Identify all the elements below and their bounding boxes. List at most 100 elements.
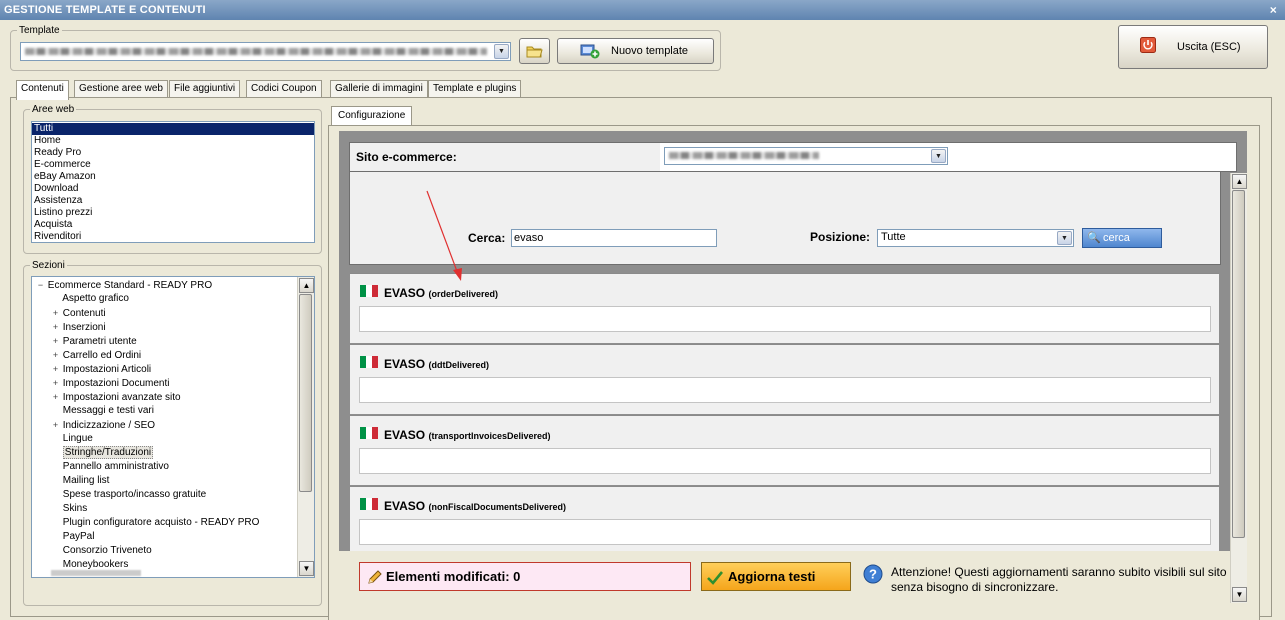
tree-item[interactable]: Pannello amministrativo xyxy=(51,460,169,474)
tree-item[interactable]: Aspetto grafico xyxy=(51,292,129,306)
tree-item-label: Mailing list xyxy=(62,475,110,486)
record-key: (ddtDelivered) xyxy=(428,360,489,370)
record-text-input[interactable] xyxy=(359,519,1211,545)
chevron-down-icon[interactable]: ▼ xyxy=(931,149,946,163)
tab-gallerie-immagini[interactable]: Gallerie di immagini xyxy=(330,80,428,98)
search-icon: 🔍 xyxy=(1087,232,1101,244)
sezioni-scrollbar[interactable]: ▲ ▼ xyxy=(297,277,314,577)
info-icon: ? xyxy=(863,564,883,584)
list-item[interactable]: Assistenza xyxy=(32,195,314,207)
scroll-down-icon[interactable]: ▼ xyxy=(299,561,314,576)
record-text-input[interactable] xyxy=(359,377,1211,403)
list-item[interactable]: E-commerce xyxy=(32,159,314,171)
sync-notice-line2: senza bisogno di sincronizzare. xyxy=(891,580,1059,594)
expand-icon[interactable]: + xyxy=(51,390,60,404)
record-item: EVASO (transportInvoicesDelivered) xyxy=(350,415,1219,485)
scroll-up-icon[interactable]: ▲ xyxy=(299,278,314,293)
svg-text:?: ? xyxy=(869,567,877,582)
expand-icon[interactable]: + xyxy=(51,418,60,432)
records-scrollbar[interactable]: ▲ ▼ xyxy=(1230,173,1247,603)
tree-item[interactable]: Messaggi e testi vari xyxy=(51,404,154,418)
aree-web-list[interactable]: Tutti Home Ready Pro E-commerce eBay Ama… xyxy=(31,121,315,243)
record-text-input[interactable] xyxy=(359,448,1211,474)
expand-icon[interactable]: + xyxy=(51,376,60,390)
tree-item-label: Inserzioni xyxy=(62,322,106,333)
tree-item[interactable]: Plugin configuratore acquisto - READY PR… xyxy=(51,516,260,530)
tree-item[interactable]: Mailing list xyxy=(51,474,110,488)
tree-item-label: Contenuti xyxy=(62,308,106,319)
chevron-down-icon[interactable]: ▼ xyxy=(494,44,509,59)
list-item[interactable]: Download xyxy=(32,183,314,195)
update-texts-label: Aggiorna testi xyxy=(728,569,816,584)
tree-item[interactable]: + Contenuti xyxy=(51,306,106,320)
expand-icon[interactable]: + xyxy=(51,320,60,334)
expand-icon[interactable]: + xyxy=(51,348,60,362)
tree-item-selected[interactable]: Stringhe/Traduzioni xyxy=(51,446,154,460)
list-item[interactable]: Acquista xyxy=(32,219,314,231)
expand-icon[interactable]: + xyxy=(51,334,60,348)
tree-item[interactable]: + Impostazioni Documenti xyxy=(51,376,170,390)
sync-notice-line1: Attenzione! Questi aggiornamenti saranno… xyxy=(891,565,1227,579)
italian-flag-icon xyxy=(360,285,378,297)
list-item[interactable]: Tutti xyxy=(32,123,314,135)
collapse-icon[interactable]: − xyxy=(36,278,45,292)
tab-file-aggiuntivi[interactable]: File aggiuntivi xyxy=(169,80,241,98)
template-select[interactable]: ▼ xyxy=(20,42,511,61)
search-input[interactable]: evaso xyxy=(511,229,717,247)
list-item[interactable]: Home xyxy=(32,135,314,147)
tree-item[interactable]: + Parametri utente xyxy=(51,334,137,348)
site-label: Sito e-commerce: xyxy=(356,150,457,164)
list-item[interactable]: Listino prezzi xyxy=(32,207,314,219)
record-item: EVASO (nonFiscalDocumentsDelivered) xyxy=(350,486,1219,551)
pencil-icon xyxy=(368,570,382,584)
scroll-thumb[interactable] xyxy=(1232,190,1245,538)
new-template-button[interactable]: Nuovo template xyxy=(557,38,714,64)
tab-contenuti[interactable]: Contenuti xyxy=(16,80,69,100)
tab-configurazione[interactable]: Configurazione xyxy=(331,106,413,126)
tree-item[interactable]: + Indicizzazione / SEO xyxy=(51,418,155,432)
tab-template-plugins[interactable]: Template e plugins xyxy=(428,80,522,98)
close-icon[interactable]: × xyxy=(1270,0,1277,20)
search-button[interactable]: 🔍 cerca xyxy=(1082,228,1162,248)
open-folder-button[interactable] xyxy=(519,38,550,64)
record-key: (nonFiscalDocumentsDelivered) xyxy=(428,502,566,512)
tree-item[interactable]: Skins xyxy=(51,502,87,516)
position-value: Tutte xyxy=(881,231,906,243)
exit-button[interactable]: Uscita (ESC) xyxy=(1118,25,1268,69)
tree-item[interactable]: Consorzio Triveneto xyxy=(51,544,152,558)
tree-item[interactable]: + Impostazioni Articoli xyxy=(51,362,151,376)
sezioni-tree[interactable]: − Ecommerce Standard - READY PRO Aspetto… xyxy=(31,276,315,578)
tree-item[interactable]: + Impostazioni avanzate sito xyxy=(51,390,181,404)
scroll-up-icon[interactable]: ▲ xyxy=(1232,174,1247,189)
italian-flag-icon xyxy=(360,427,378,439)
tree-root-label: Ecommerce Standard - READY PRO xyxy=(47,280,213,291)
tree-item[interactable]: + Carrello ed Ordini xyxy=(51,348,141,362)
search-area: Cerca: evaso Posizione: Tutte ▼ 🔍 cerca xyxy=(349,172,1221,265)
tree-root[interactable]: − Ecommerce Standard - READY PRO xyxy=(36,278,212,292)
tree-item[interactable]: + Inserzioni xyxy=(51,320,106,334)
record-key: (orderDelivered) xyxy=(428,289,498,299)
tree-item[interactable]: PayPal xyxy=(51,530,95,544)
tab-gestione-aree-web[interactable]: Gestione aree web xyxy=(74,80,168,98)
blurred-template-value xyxy=(25,48,487,55)
update-texts-button[interactable]: Aggiorna testi xyxy=(701,562,851,591)
expand-icon[interactable]: + xyxy=(51,306,60,320)
tree-item-label: Pannello amministrativo xyxy=(62,461,169,472)
blurred-site-value xyxy=(669,152,819,159)
position-select[interactable]: Tutte ▼ xyxy=(877,229,1074,247)
record-text-input[interactable] xyxy=(359,306,1211,332)
list-item[interactable]: eBay Amazon xyxy=(32,171,314,183)
tree-item[interactable]: Lingue xyxy=(51,432,93,446)
list-item[interactable]: Rivenditori xyxy=(32,231,314,243)
scroll-thumb[interactable] xyxy=(299,294,312,492)
record-item: EVASO (orderDelivered) xyxy=(350,273,1219,343)
list-item[interactable]: Ready Pro xyxy=(32,147,314,159)
tree-item-label: Impostazioni Documenti xyxy=(62,378,170,389)
chevron-down-icon[interactable]: ▼ xyxy=(1057,231,1072,245)
tree-item-label: Messaggi e testi vari xyxy=(62,405,154,416)
expand-icon[interactable]: + xyxy=(51,362,60,376)
checkmark-icon xyxy=(707,571,723,585)
tab-codici-coupon[interactable]: Codici Coupon xyxy=(246,80,322,98)
tree-item[interactable]: Spese trasporto/incasso gratuite xyxy=(51,488,206,502)
site-select[interactable]: ▼ xyxy=(664,147,948,165)
